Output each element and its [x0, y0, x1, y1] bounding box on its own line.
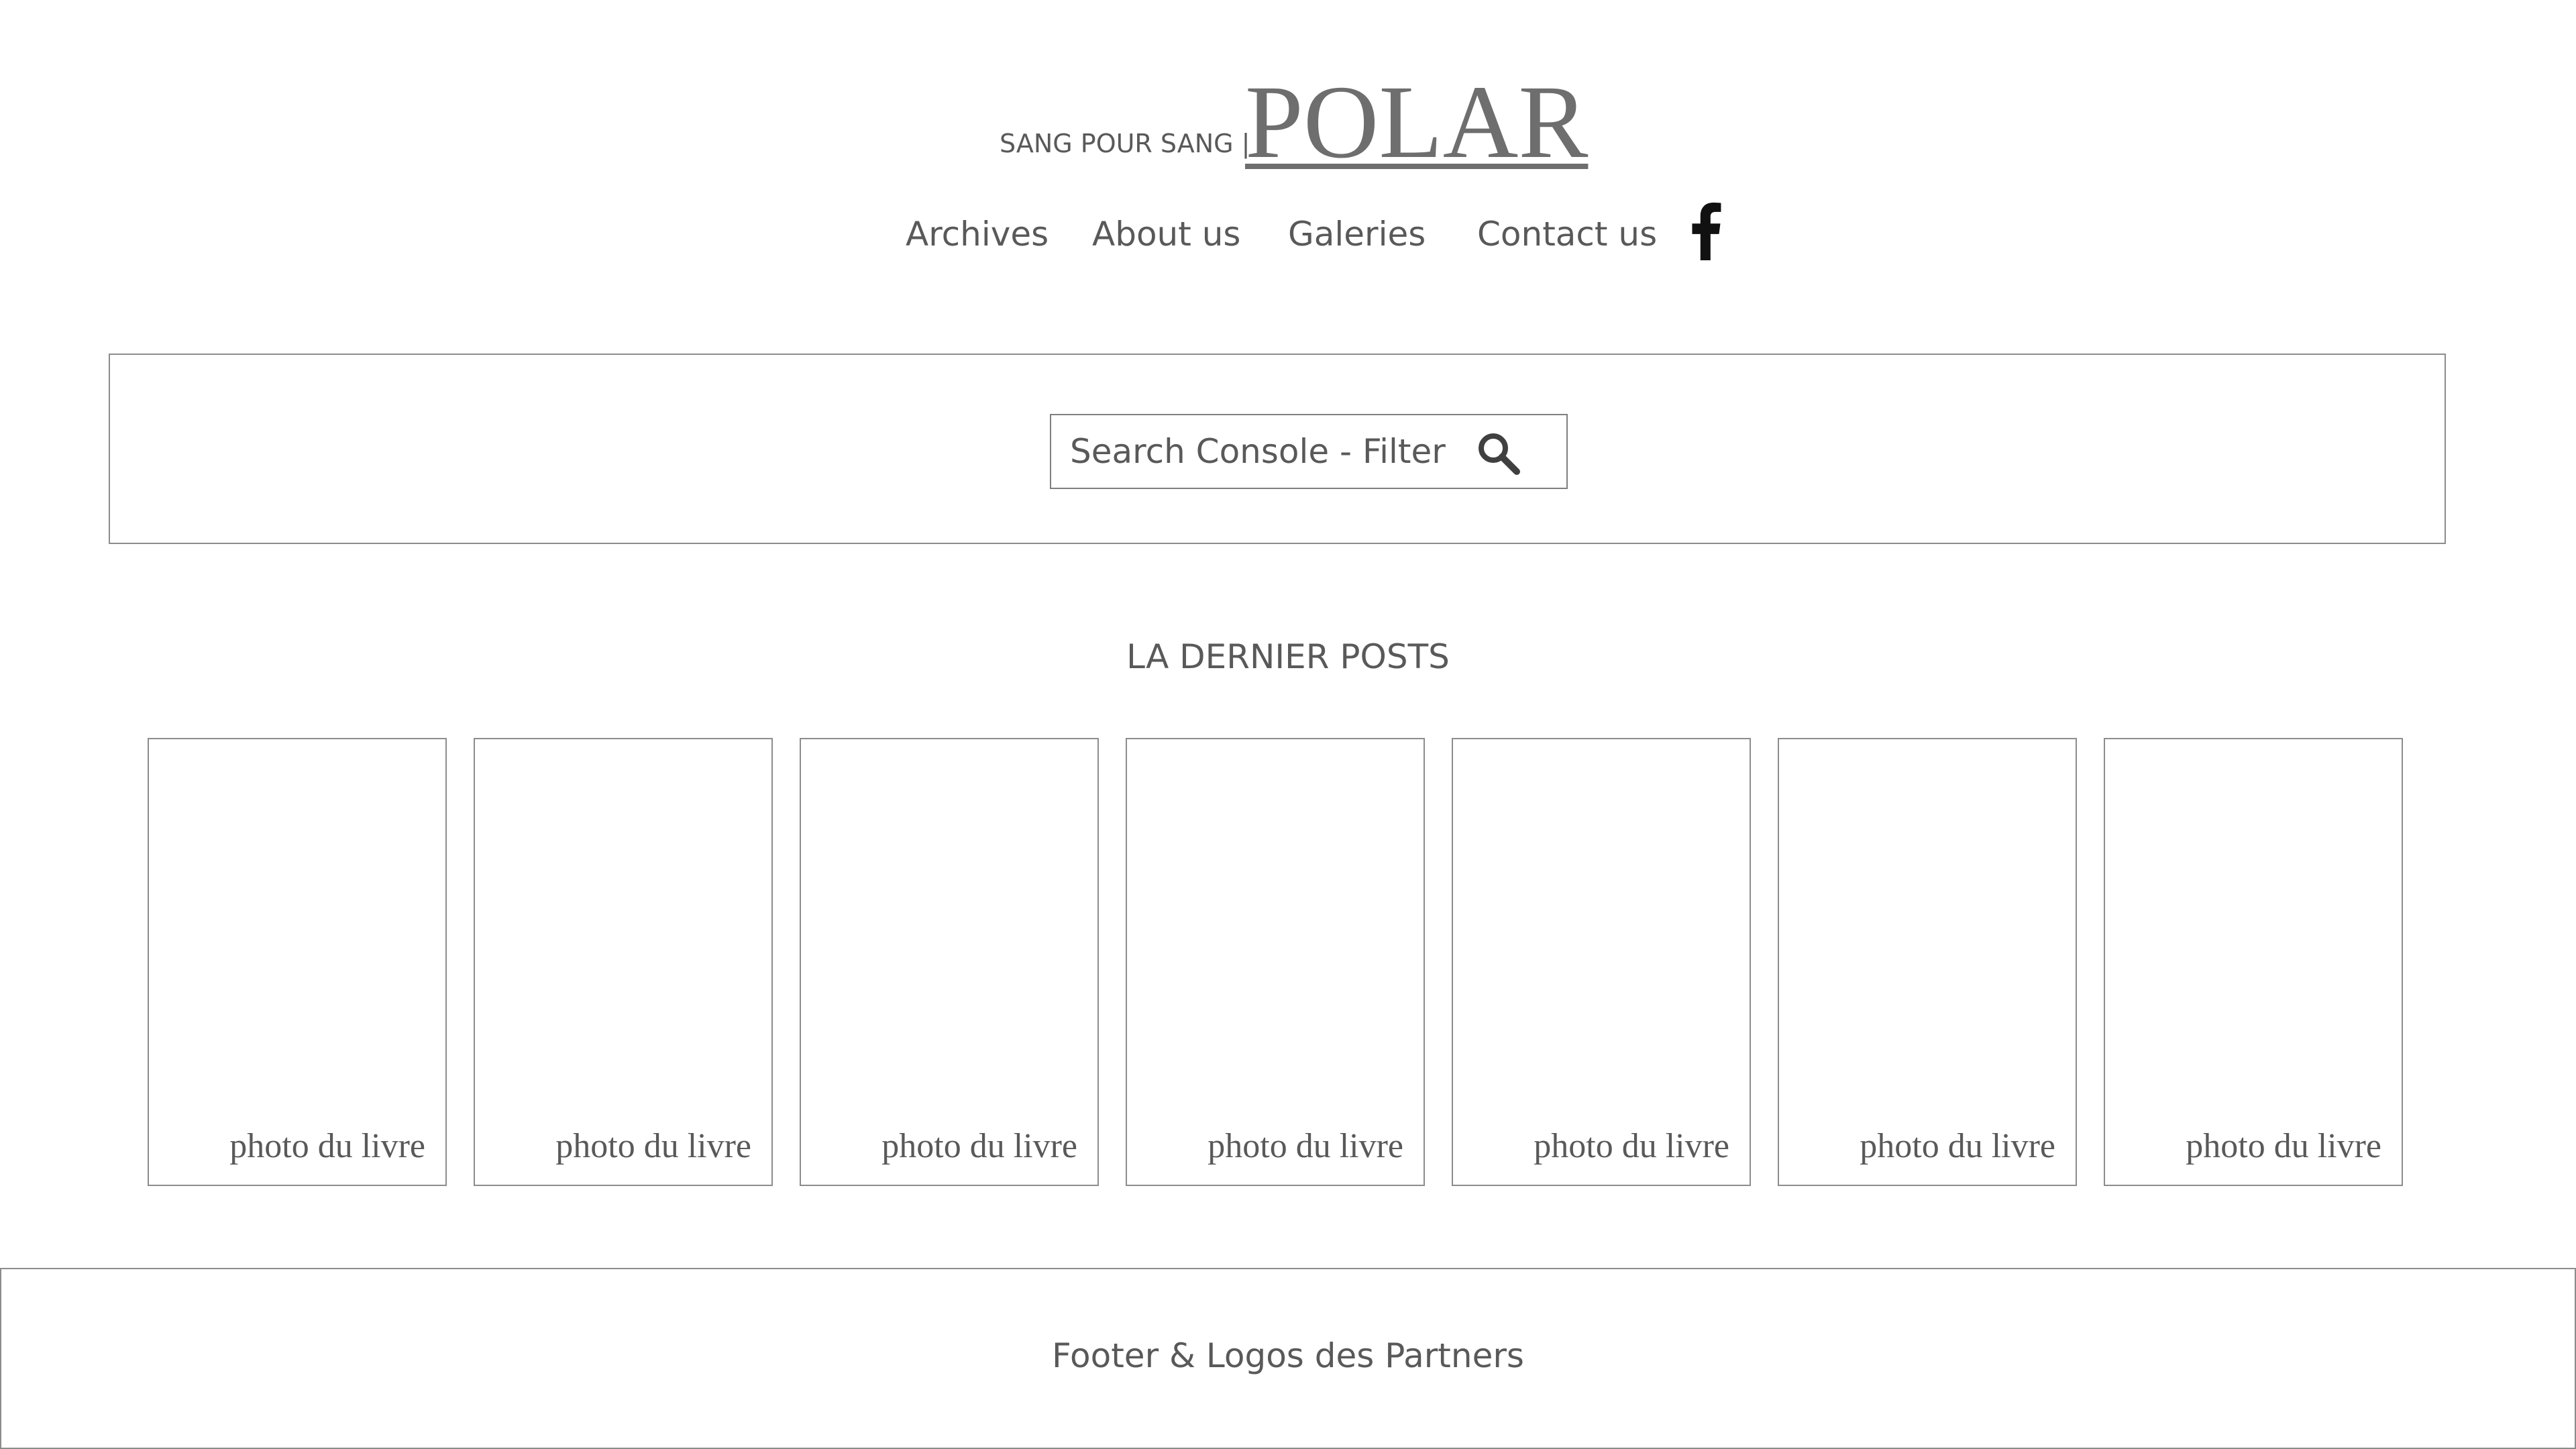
book-card[interactable]: photo du livre [2104, 738, 2403, 1186]
brand-subtitle: SANG POUR SANG | [1000, 129, 1250, 158]
footer-text: Footer & Logos des Partners [1052, 1336, 1524, 1375]
search-icon[interactable] [1475, 430, 1522, 477]
book-card-label: photo du livre [1208, 1127, 1403, 1165]
search-input[interactable] [1070, 429, 1446, 474]
book-card[interactable]: photo du livre [1778, 738, 2077, 1186]
site-header: SANG POUR SANG | POLAR [0, 70, 2576, 176]
main-nav: Archives About us Galeries Contact us [0, 195, 2576, 275]
facebook-icon[interactable] [1689, 203, 1721, 260]
site-footer: Footer & Logos des Partners [0, 1268, 2576, 1449]
book-card-label: photo du livre [555, 1127, 751, 1165]
nav-item-about-us[interactable]: About us [1092, 215, 1240, 254]
nav-item-galeries[interactable]: Galeries [1288, 215, 1426, 254]
book-card[interactable]: photo du livre [1452, 738, 1751, 1186]
book-card-label: photo du livre [229, 1127, 425, 1165]
nav-item-archives[interactable]: Archives [906, 215, 1049, 254]
book-card-label: photo du livre [881, 1127, 1077, 1165]
book-card[interactable]: photo du livre [474, 738, 773, 1186]
latest-posts-title: LA DERNIER POSTS [1126, 637, 1450, 676]
search-box[interactable] [1050, 414, 1568, 489]
book-card-label: photo du livre [1534, 1127, 1729, 1165]
book-card[interactable]: photo du livre [800, 738, 1099, 1186]
book-card[interactable]: photo du livre [148, 738, 447, 1186]
nav-item-contact-us[interactable]: Contact us [1477, 215, 1657, 254]
book-card[interactable]: photo du livre [1126, 738, 1425, 1186]
book-card-label: photo du livre [1860, 1127, 2055, 1165]
brand-title-logo[interactable]: POLAR [1245, 70, 1588, 174]
book-card-label: photo du livre [2186, 1127, 2381, 1165]
